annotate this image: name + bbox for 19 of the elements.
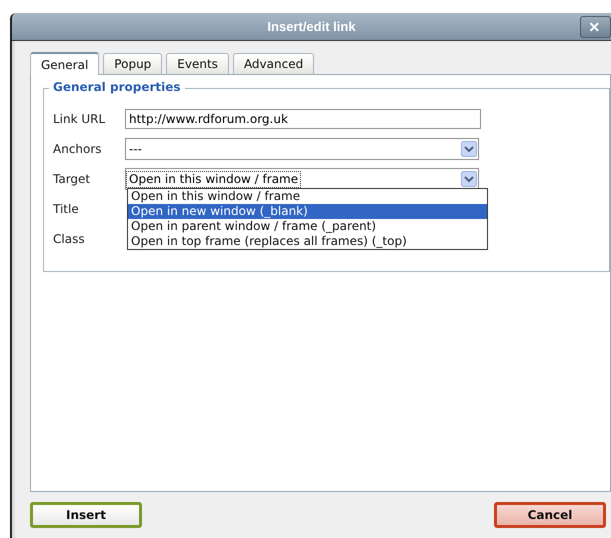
text-field[interactable]: http://www.rdforum.org.uk [125, 109, 481, 129]
field-label: Link URL [53, 112, 106, 126]
dropdown-option[interactable]: Open in parent window / frame (_parent) [128, 219, 487, 234]
field-label: Class [53, 232, 86, 246]
tab[interactable]: Events [166, 53, 229, 74]
field-label: Anchors [53, 142, 103, 156]
dropdown-field[interactable]: --- [125, 138, 479, 160]
cancel-button[interactable]: Cancel [494, 502, 606, 528]
insert-button[interactable]: Insert [30, 502, 142, 528]
tab[interactable]: General [30, 52, 100, 75]
dropdown-option[interactable]: Open in new window (_blank) [128, 204, 487, 219]
field-label: Target [53, 172, 92, 186]
tab[interactable]: Advanced [232, 53, 314, 74]
dropdown-option[interactable]: Open in top frame (replaces all frames) (_top) [128, 234, 487, 249]
tab[interactable]: Popup [103, 53, 162, 74]
fieldset-legend: General properties [49, 80, 185, 94]
field-label: Title [53, 202, 80, 216]
window-title: Insert/edit link [267, 19, 356, 34]
dropdown-option[interactable]: Open in this window / frame [128, 189, 487, 204]
